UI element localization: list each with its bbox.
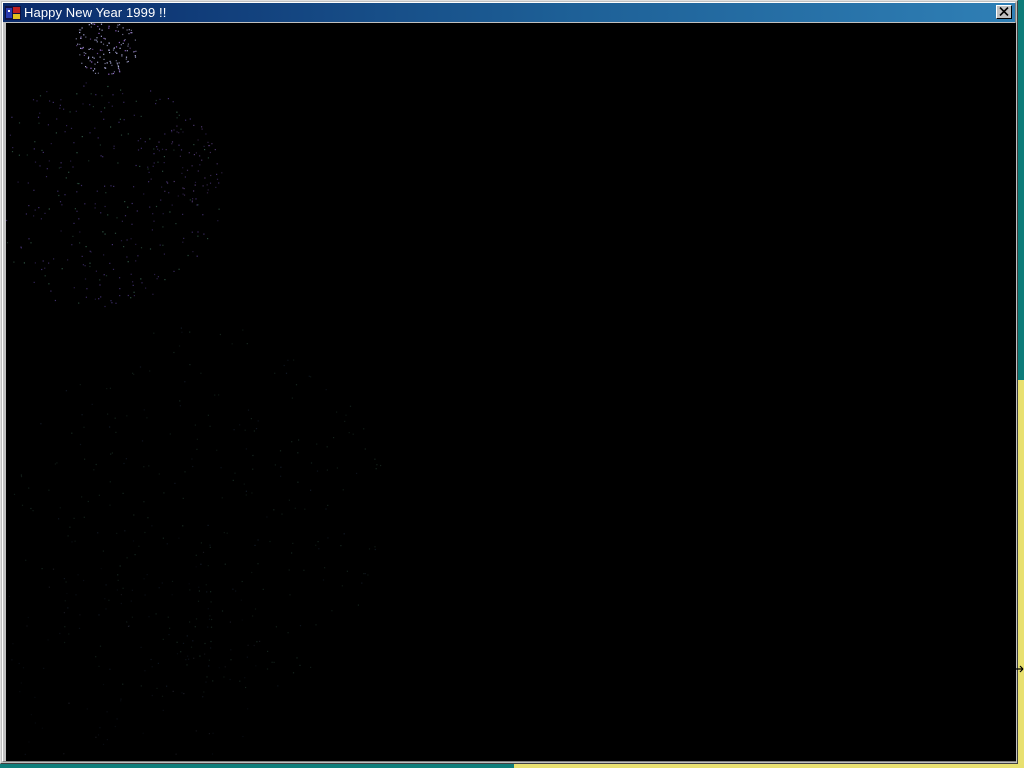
firework-burst — [75, 23, 137, 75]
title-bar[interactable]: Happy New Year 1999 !! — [3, 3, 1015, 22]
fireworks-window[interactable]: Happy New Year 1999 !! — [0, 0, 1018, 764]
app-icon[interactable] — [5, 5, 21, 20]
window-title: Happy New Year 1999 !! — [24, 5, 167, 20]
firework-burst — [6, 82, 220, 308]
firework-burst — [147, 124, 223, 203]
desktop-bottom-strip — [514, 764, 1024, 768]
fireworks-canvas[interactable] — [6, 23, 1016, 761]
close-button[interactable] — [996, 5, 1012, 19]
desktop-edge-strip — [1018, 380, 1024, 768]
firework-burst — [8, 537, 261, 761]
firework-burst — [13, 327, 382, 698]
close-icon — [999, 3, 1009, 21]
fireworks-drawing — [6, 23, 382, 761]
resize-cursor-icon — [1006, 662, 1024, 674]
